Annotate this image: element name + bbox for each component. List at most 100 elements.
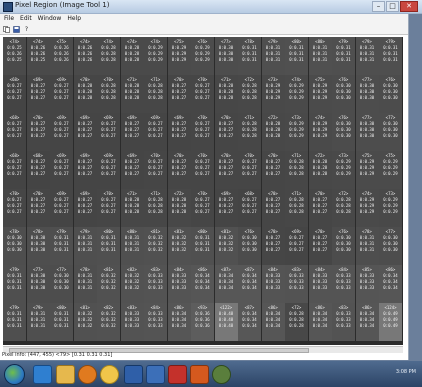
pixel-cell[interactable]: <86> 0:0.34 0:0.34 0:0.34: [308, 303, 332, 341]
pixel-cell[interactable]: <70> 0:0.27 0:0.27 0:0.27: [97, 189, 120, 227]
pixel-cell[interactable]: <68> 0:0.27 0:0.27 0:0.27: [3, 151, 26, 189]
pixel-cell[interactable]: <84> 0:0.33 0:0.33 0:0.33: [144, 303, 167, 341]
pixel-cell[interactable]: <69> 0:0.27 0:0.27 0:0.27: [144, 113, 167, 151]
pixel-cell[interactable]: <72> 0:0.28 0:0.28 0:0.28: [308, 151, 332, 189]
pixel-cell[interactable]: <69> 0:0.27 0:0.27 0:0.27: [50, 113, 73, 151]
pixel-cell[interactable]: <87> 0:0.34 0:0.34 0:0.34: [238, 265, 261, 303]
pixel-cell[interactable]: <72> 0:0.28 0:0.28 0:0.28: [285, 303, 308, 341]
pixel-cell[interactable]: <84> 0:0.33 0:0.33 0:0.33: [308, 265, 332, 303]
menu-edit[interactable]: Edit: [20, 14, 32, 24]
pixel-cell[interactable]: <71> 0:0.28 0:0.28 0:0.28: [285, 189, 308, 227]
pixel-cell[interactable]: <70> 0:0.27 0:0.27 0:0.27: [308, 189, 332, 227]
pixel-cell[interactable]: <69> 0:0.27 0:0.27 0:0.27: [214, 189, 238, 227]
pixel-cell[interactable]: <87> 0:0.34 0:0.34 0:0.34: [214, 265, 238, 303]
save-icon[interactable]: [13, 25, 20, 33]
pixel-cell[interactable]: <81> 0:0.32 0:0.32 0:0.32: [97, 265, 120, 303]
pixel-cell[interactable]: <69> 0:0.27 0:0.27 0:0.27: [50, 75, 73, 113]
pixel-cell[interactable]: <124> 0:0.49 0:0.49 0:0.49: [379, 303, 402, 341]
pixel-cell[interactable]: <73> 0:0.29 0:0.29 0:0.29: [332, 151, 355, 189]
pixel-cell[interactable]: <76> 0:0.30 0:0.30 0:0.30: [332, 75, 355, 113]
pixel-cell[interactable]: <69> 0:0.27 0:0.27 0:0.27: [73, 189, 97, 227]
pixel-cell[interactable]: <69> 0:0.27 0:0.27 0:0.27: [120, 113, 144, 151]
pixel-cell[interactable]: <87> 0:0.34 0:0.34 0:0.34: [238, 303, 261, 341]
pixel-cell[interactable]: <81> 0:0.32 0:0.32 0:0.32: [73, 303, 97, 341]
copy-icon[interactable]: [3, 25, 10, 33]
media-icon[interactable]: [78, 365, 97, 384]
pixel-cell[interactable]: <70> 0:0.27 0:0.27 0:0.27: [191, 151, 214, 189]
pixel-cell[interactable]: <71> 0:0.28 0:0.28 0:0.28: [120, 189, 144, 227]
matlab-icon[interactable]: [190, 365, 209, 384]
pixel-cell[interactable]: <71> 0:0.28 0:0.28 0:0.28: [238, 113, 261, 151]
pixel-cell[interactable]: <77> 0:0.30 0:0.30 0:0.30: [355, 75, 379, 113]
pixel-cell[interactable]: <79> 0:0.31 0:0.31 0:0.31: [3, 265, 26, 303]
pixel-cell[interactable]: <70> 0:0.27 0:0.27 0:0.27: [167, 75, 191, 113]
pixel-cell[interactable]: <73> 0:0.29 0:0.29 0:0.29: [261, 75, 285, 113]
pixel-cell[interactable]: <72> 0:0.28 0:0.28 0:0.28: [261, 113, 285, 151]
start-orb[interactable]: [4, 364, 25, 385]
pixel-cell[interactable]: <77> 0:0.30 0:0.30 0:0.30: [379, 113, 402, 151]
pixel-cell[interactable]: <78> 0:0.30 0:0.30 0:0.30: [26, 227, 50, 265]
pixel-cell[interactable]: <79> 0:0.31 0:0.31 0:0.31: [355, 37, 379, 75]
pixel-cell[interactable]: <74> 0:0.29 0:0.29 0:0.29: [144, 37, 167, 75]
pixel-cell[interactable]: <69> 0:0.27 0:0.27 0:0.27: [97, 151, 120, 189]
pixel-cell[interactable]: <69> 0:0.27 0:0.27 0:0.27: [50, 151, 73, 189]
menu-window[interactable]: Window: [38, 14, 62, 24]
pixel-cell[interactable]: <79> 0:0.31 0:0.31 0:0.31: [50, 227, 73, 265]
pixel-cell[interactable]: <75> 0:0.29 0:0.29 0:0.29: [355, 151, 379, 189]
pixel-cell[interactable]: <74> 0:0.29 0:0.29 0:0.29: [285, 75, 308, 113]
pixel-cell[interactable]: <70> 0:0.27 0:0.27 0:0.27: [261, 189, 285, 227]
pixel-cell[interactable]: <69> 0:0.27 0:0.27 0:0.27: [167, 113, 191, 151]
pixel-cell[interactable]: <70> 0:0.27 0:0.27 0:0.27: [214, 151, 238, 189]
chrome-icon[interactable]: [100, 365, 119, 384]
tray-clock[interactable]: 3:08 PM: [396, 369, 416, 375]
pixel-cell[interactable]: <79> 0:0.31 0:0.31 0:0.31: [73, 227, 97, 265]
pixel-cell[interactable]: <75> 0:0.26 0:0.26 0:0.26: [50, 37, 73, 75]
pixel-cell[interactable]: <70> 0:0.27 0:0.27 0:0.27: [214, 113, 238, 151]
pixel-cell[interactable]: <69> 0:0.27 0:0.27 0:0.27: [50, 189, 73, 227]
pixel-cell[interactable]: <75> 0:0.29 0:0.29 0:0.29: [167, 37, 191, 75]
pixel-cell[interactable]: <84> 0:0.33 0:0.33 0:0.33: [261, 265, 285, 303]
minimize-button[interactable]: –: [372, 1, 385, 12]
pixel-cell[interactable]: <74> 0:0.28 0:0.28 0:0.28: [120, 37, 144, 75]
pixel-cell[interactable]: <68> 0:0.27 0:0.27 0:0.27: [3, 113, 26, 151]
explorer-icon[interactable]: [56, 365, 75, 384]
pixel-cell[interactable]: <86> 0:0.34 0:0.34 0:0.34: [355, 303, 379, 341]
pixel-cell[interactable]: <70> 0:0.27 0:0.27 0:0.27: [238, 151, 261, 189]
pixel-cell[interactable]: <74> 0:0.26 0:0.26 0:0.25: [26, 37, 50, 75]
pixel-cell[interactable]: <75> 0:0.29 0:0.29 0:0.29: [308, 75, 332, 113]
title-bar[interactable]: Pixel Region (Image Tool 1) – □ ✕: [0, 0, 422, 14]
menu-help[interactable]: Help: [67, 14, 81, 24]
help-icon[interactable]: ?: [23, 26, 30, 33]
pixel-cell[interactable]: <76> 0:0.30 0:0.30 0:0.30: [332, 113, 355, 151]
pixel-cell[interactable]: <76> 0:0.30 0:0.30 0:0.30: [332, 227, 355, 265]
menu-file[interactable]: File: [4, 14, 14, 24]
pixel-cell[interactable]: <76> 0:0.30 0:0.30 0:0.30: [238, 227, 261, 265]
pixel-cell[interactable]: <70> 0:0.27 0:0.27 0:0.27: [26, 189, 50, 227]
pixel-cell[interactable]: <78> 0:0.31 0:0.31 0:0.31: [238, 37, 261, 75]
pixel-cell[interactable]: <74> 0:0.29 0:0.29 0:0.29: [355, 189, 379, 227]
pixel-cell[interactable]: <69> 0:0.27 0:0.27 0:0.27: [285, 227, 308, 265]
pixel-cell[interactable]: <78> 0:0.31 0:0.31 0:0.31: [73, 265, 97, 303]
pixel-grid[interactable]: <74> 0:0.25 0:0.26 0:0.25 <74> 0:0.26 0:0.26 0:…: [3, 37, 403, 345]
outlook-icon[interactable]: [146, 365, 165, 384]
pixel-cell[interactable]: <86> 0:0.34 0:0.34 0:0.34: [191, 265, 214, 303]
pixel-cell[interactable]: <78> 0:0.31 0:0.31 0:0.31: [355, 227, 379, 265]
pixel-cell[interactable]: <68> 0:0.27 0:0.27 0:0.27: [3, 75, 26, 113]
pixel-cell[interactable]: <84> 0:0.33 0:0.33 0:0.33: [332, 265, 355, 303]
pixel-cell[interactable]: <70> 0:0.27 0:0.27 0:0.27: [191, 75, 214, 113]
pixel-cell[interactable]: <77> 0:0.30 0:0.30 0:0.30: [26, 265, 50, 303]
pixel-cell[interactable]: <74> 0:0.26 0:0.26 0:0.26: [73, 37, 97, 75]
pixel-cell[interactable]: <74> 0:0.29 0:0.29 0:0.29: [308, 113, 332, 151]
pixel-cell[interactable]: <77> 0:0.30 0:0.30 0:0.30: [50, 265, 73, 303]
pixel-cell[interactable]: <80> 0:0.31 0:0.31 0:0.31: [120, 227, 144, 265]
pixel-cell[interactable]: <79> 0:0.31 0:0.31 0:0.31: [379, 37, 402, 75]
pixel-cell[interactable]: <70> 0:0.27 0:0.27 0:0.27: [26, 113, 50, 151]
pixel-cell[interactable]: <79> 0:0.31 0:0.31 0:0.31: [3, 303, 26, 341]
pixel-cell[interactable]: <80> 0:0.31 0:0.31 0:0.31: [191, 227, 214, 265]
maximize-button[interactable]: □: [386, 1, 399, 12]
pixel-cell[interactable]: <69> 0:0.27 0:0.27 0:0.27: [26, 75, 50, 113]
pixel-cell[interactable]: <83> 0:0.33 0:0.33 0:0.33: [332, 303, 355, 341]
pixel-cell[interactable]: <70> 0:0.27 0:0.27 0:0.27: [308, 227, 332, 265]
pixel-cell[interactable]: <69> 0:0.27 0:0.27 0:0.27: [120, 151, 144, 189]
pixel-cell[interactable]: <84> 0:0.33 0:0.33 0:0.33: [167, 265, 191, 303]
